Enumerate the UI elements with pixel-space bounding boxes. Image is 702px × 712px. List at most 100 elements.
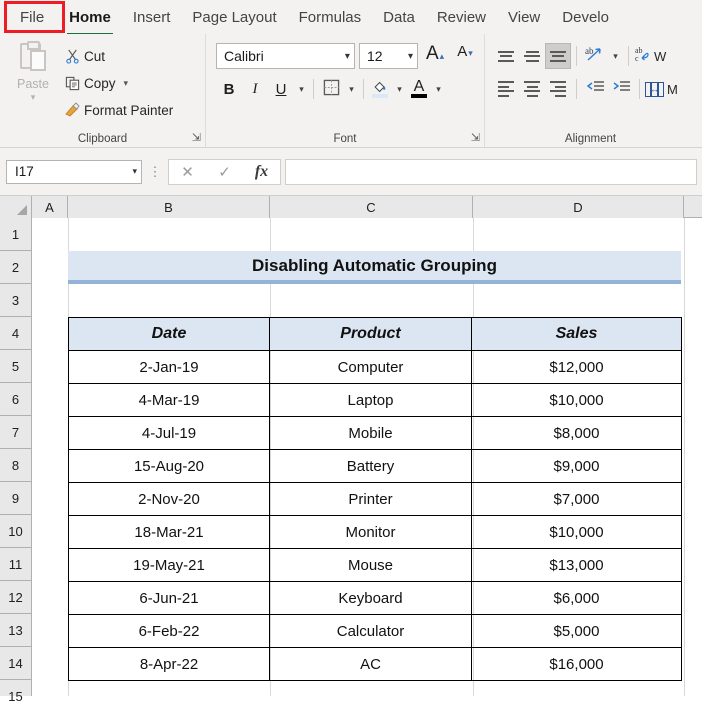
cell-sales[interactable]: $5,000 [471, 614, 682, 648]
tab-review[interactable]: Review [426, 5, 497, 30]
table-row[interactable]: 4-Jul-19 Mobile $8,000 [68, 416, 682, 450]
row-header-7[interactable]: 7 [0, 416, 31, 449]
copy-button[interactable]: Copy ▾ [60, 70, 179, 96]
row-header-10[interactable]: 10 [0, 515, 31, 548]
cell-date[interactable]: 2-Jan-19 [68, 350, 270, 384]
row-header-11[interactable]: 11 [0, 548, 31, 581]
column-header-c[interactable]: C [270, 196, 473, 218]
cell-area[interactable]: Disabling Automatic Grouping Date Produc… [32, 218, 702, 696]
cell-product[interactable]: Battery [269, 449, 472, 483]
font-dialog-launcher-icon[interactable]: ⇲ [471, 133, 480, 144]
cell-product[interactable]: Laptop [269, 383, 472, 417]
increase-indent-button[interactable] [608, 76, 634, 102]
table-row[interactable]: 19-May-21 Mouse $13,000 [68, 548, 682, 582]
chevron-down-icon[interactable]: ▾ [124, 78, 129, 89]
table-row[interactable]: 6-Feb-22 Calculator $5,000 [68, 614, 682, 648]
tab-view[interactable]: View [497, 5, 551, 30]
chevron-down-icon[interactable]: ▾ [392, 76, 407, 102]
font-size-combo[interactable]: 12 ▾ [358, 43, 419, 69]
name-box[interactable]: I17 ▾ [6, 159, 142, 184]
row-header-1[interactable]: 1 [0, 218, 31, 251]
italic-button[interactable]: I [242, 76, 268, 102]
cell-product[interactable]: Mouse [269, 548, 472, 582]
row-header-2[interactable]: 2 [0, 251, 31, 284]
tab-page-layout[interactable]: Page Layout [181, 5, 287, 30]
tab-formulas[interactable]: Formulas [288, 5, 373, 30]
insert-function-button[interactable]: fx [243, 160, 280, 184]
tab-data[interactable]: Data [372, 5, 426, 30]
table-row[interactable]: 8-Apr-22 AC $16,000 [68, 647, 682, 681]
chevron-down-icon[interactable]: ▾ [608, 43, 623, 69]
cell-product[interactable]: Printer [269, 482, 472, 516]
align-middle-button[interactable] [519, 43, 545, 69]
row-header-8[interactable]: 8 [0, 449, 31, 482]
cell-date[interactable]: 4-Mar-19 [68, 383, 270, 417]
column-header-b[interactable]: B [68, 196, 270, 218]
cell-date[interactable]: 8-Apr-22 [68, 647, 270, 681]
row-header-12[interactable]: 12 [0, 581, 31, 614]
cell-product[interactable]: Keyboard [269, 581, 472, 615]
cell-product[interactable]: Computer [269, 350, 472, 384]
cell-product[interactable]: Calculator [269, 614, 472, 648]
align-top-button[interactable] [493, 43, 519, 69]
decrease-indent-button[interactable] [582, 76, 608, 102]
table-row[interactable]: 18-Mar-21 Monitor $10,000 [68, 515, 682, 549]
align-right-button[interactable] [545, 76, 571, 102]
underline-button[interactable]: U [268, 76, 294, 102]
cell-sales[interactable]: $8,000 [471, 416, 682, 450]
row-header-9[interactable]: 9 [0, 482, 31, 515]
row-header-14[interactable]: 14 [0, 647, 31, 680]
wrap-text-button[interactable]: ab c W [634, 43, 666, 69]
cell-sales[interactable]: $10,000 [471, 383, 682, 417]
cell-sales[interactable]: $10,000 [471, 515, 682, 549]
cell-date[interactable]: 2-Nov-20 [68, 482, 270, 516]
merge-and-center-button[interactable]: ↔ M [645, 76, 678, 102]
cell-sales[interactable]: $6,000 [471, 581, 682, 615]
increase-font-size-button[interactable]: A ▴ [422, 43, 448, 69]
orientation-button[interactable]: ab [582, 43, 608, 69]
decrease-font-size-button[interactable]: A ▾ [452, 43, 478, 69]
align-bottom-button[interactable] [545, 43, 571, 69]
bold-button[interactable]: B [216, 76, 242, 102]
formula-bar-grip[interactable]: ⋮ [142, 165, 168, 178]
cut-button[interactable]: Cut [60, 43, 179, 69]
tab-home[interactable]: Home [58, 5, 122, 36]
font-color-button[interactable]: A [407, 76, 431, 102]
cell-product[interactable]: Monitor [269, 515, 472, 549]
formula-input[interactable] [285, 158, 697, 185]
tab-file[interactable]: File [8, 6, 58, 29]
table-row[interactable]: 4-Mar-19 Laptop $10,000 [68, 383, 682, 417]
row-header-6[interactable]: 6 [0, 383, 31, 416]
cell-sales[interactable]: $9,000 [471, 449, 682, 483]
paste-button[interactable]: Paste ▾ [6, 38, 60, 147]
fill-color-button[interactable] [368, 76, 392, 102]
column-header-a[interactable]: A [32, 196, 68, 218]
column-header-d[interactable]: D [473, 196, 684, 218]
borders-button[interactable] [318, 76, 344, 102]
table-row[interactable]: 15-Aug-20 Battery $9,000 [68, 449, 682, 483]
cell-sales[interactable]: $12,000 [471, 350, 682, 384]
clipboard-dialog-launcher-icon[interactable]: ⇲ [192, 133, 201, 144]
chevron-down-icon[interactable]: ▾ [31, 92, 36, 103]
align-center-button[interactable] [519, 76, 545, 102]
chevron-down-icon[interactable]: ▾ [344, 76, 359, 102]
cell-date[interactable]: 6-Jun-21 [68, 581, 270, 615]
format-painter-button[interactable]: Format Painter [60, 97, 179, 123]
select-all-button[interactable] [0, 196, 32, 218]
row-header-15[interactable]: 15 [0, 680, 31, 712]
row-header-5[interactable]: 5 [0, 350, 31, 383]
tab-insert[interactable]: Insert [122, 5, 182, 30]
font-name-combo[interactable]: Calibri ▾ [216, 43, 355, 69]
cell-sales[interactable]: $7,000 [471, 482, 682, 516]
cell-date[interactable]: 6-Feb-22 [68, 614, 270, 648]
cell-date[interactable]: 4-Jul-19 [68, 416, 270, 450]
cell-date[interactable]: 19-May-21 [68, 548, 270, 582]
align-left-button[interactable] [493, 76, 519, 102]
cell-product[interactable]: Mobile [269, 416, 472, 450]
table-row[interactable]: 2-Jan-19 Computer $12,000 [68, 350, 682, 384]
cell-product[interactable]: AC [269, 647, 472, 681]
row-header-3[interactable]: 3 [0, 284, 31, 317]
row-header-13[interactable]: 13 [0, 614, 31, 647]
cell-sales[interactable]: $16,000 [471, 647, 682, 681]
cancel-formula-button[interactable]: ✕ [169, 160, 206, 184]
